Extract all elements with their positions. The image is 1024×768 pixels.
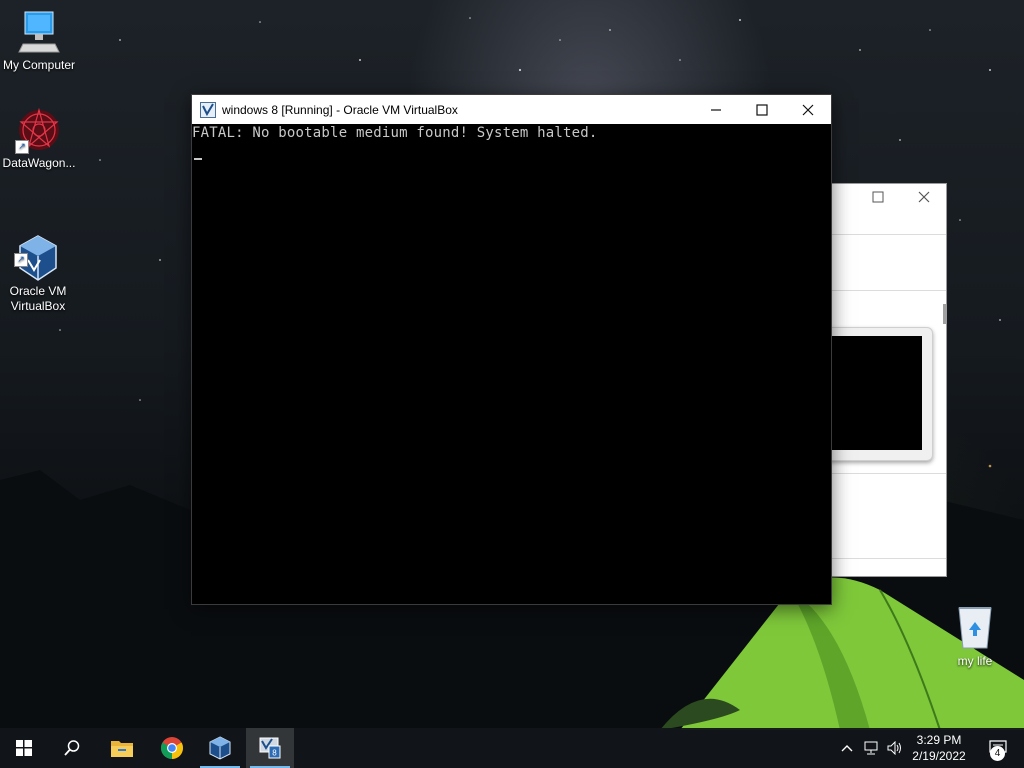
clock-time: 3:29 PM: [916, 733, 962, 747]
file-explorer-icon: [111, 741, 133, 757]
title-bar[interactable]: windows 8 [Running] - Oracle VM VirtualB…: [192, 95, 831, 124]
maximize-icon: [756, 103, 768, 116]
taskbar: 8 3:29 PM 2/19/2022: [0, 728, 1024, 768]
vm-preview-thumbnail: [821, 327, 933, 461]
desktop-icon-my-computer[interactable]: My Computer: [0, 8, 81, 73]
boot-error-message: FATAL: No bootable medium found! System …: [192, 125, 598, 141]
vm-session-icon: 8: [259, 737, 281, 759]
search-icon: [64, 740, 80, 756]
virtualbox-icon: [200, 101, 216, 118]
window-title: windows 8 [Running] - Oracle VM VirtualB…: [222, 102, 458, 117]
notification-count-badge: 4: [990, 746, 1005, 761]
desktop-icon-datawagon[interactable]: ↗ DataWagon...: [0, 106, 81, 171]
network-button[interactable]: [860, 728, 882, 768]
vm-window[interactable]: windows 8 [Running] - Oracle VM VirtualB…: [191, 94, 832, 605]
chrome-icon: [161, 737, 183, 759]
desktop-icon-label: My Computer: [2, 58, 76, 72]
desktop-icon-label: DataWagon...: [2, 156, 76, 170]
search-button[interactable]: [48, 728, 96, 768]
desktop-icon-recycle-bin[interactable]: my life: [933, 604, 1017, 669]
tray-overflow-button[interactable]: [838, 728, 856, 768]
scrollbar-thumb[interactable]: [943, 304, 947, 324]
close-button[interactable]: [785, 95, 831, 124]
computer-icon: [18, 11, 60, 53]
clock-date: 2/19/2022: [912, 749, 966, 763]
clock[interactable]: 3:29 PM 2/19/2022: [900, 732, 978, 764]
minimize-icon: [711, 108, 721, 111]
taskbar-vm-session[interactable]: 8: [246, 728, 294, 768]
taskbar-virtualbox[interactable]: [196, 728, 244, 768]
shortcut-arrow-icon: ↗: [15, 140, 29, 154]
maximize-button[interactable]: [868, 190, 888, 206]
shortcut-arrow-icon: ↗: [14, 253, 28, 267]
taskbar-file-explorer[interactable]: [98, 728, 146, 768]
close-icon: [802, 104, 814, 115]
taskbar-chrome[interactable]: [148, 728, 196, 768]
svg-text:8: 8: [272, 749, 277, 758]
close-button[interactable]: [914, 190, 934, 206]
network-icon: [864, 741, 878, 755]
windows-start-icon: [16, 740, 32, 756]
recycle-bin-icon: [958, 607, 992, 649]
maximize-button[interactable]: [739, 95, 785, 124]
minimize-button[interactable]: [693, 95, 739, 124]
vm-preview-screen: [832, 336, 922, 450]
vm-display[interactable]: FATAL: No bootable medium found! System …: [192, 124, 831, 604]
desktop-icon-label: my life: [957, 654, 993, 668]
desktop-icon-virtualbox[interactable]: ↗ Oracle VM VirtualBox: [0, 204, 80, 329]
chevron-up-icon: [841, 745, 853, 752]
virtualbox-icon: [209, 736, 231, 760]
close-icon: [918, 191, 930, 203]
text-cursor: [194, 158, 202, 160]
maximize-icon: [872, 191, 884, 203]
desktop-icon-label: Oracle VM VirtualBox: [9, 284, 67, 313]
start-button[interactable]: [0, 728, 48, 768]
